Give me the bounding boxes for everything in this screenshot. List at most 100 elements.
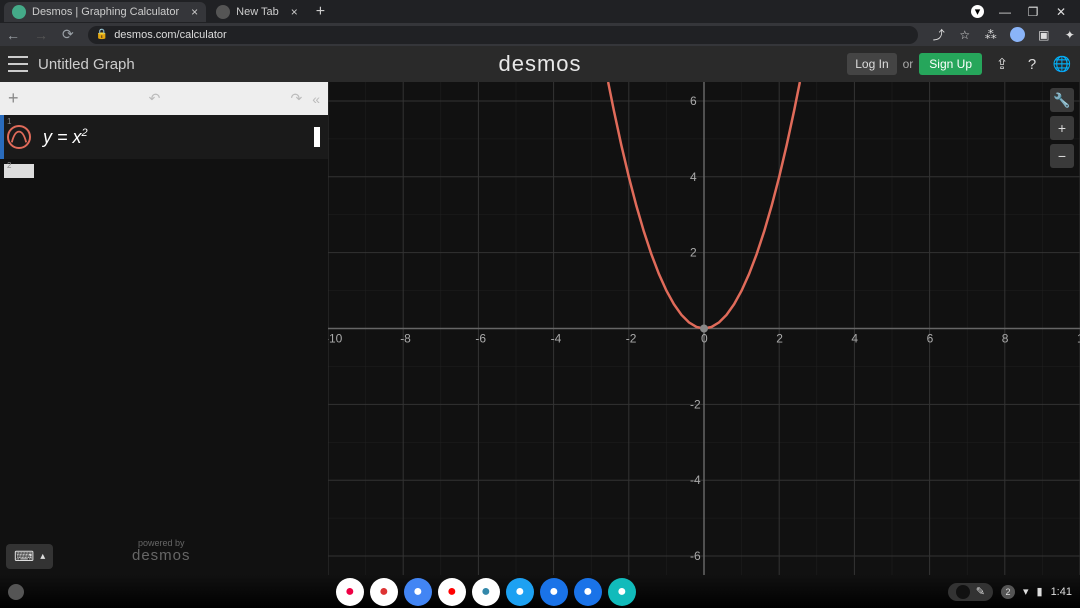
shelf-app-forms[interactable]: ● (608, 578, 636, 606)
add-expression-button[interactable]: + (8, 88, 19, 109)
window-maximize-button[interactable]: ❐ (1026, 5, 1040, 19)
graph-tools: 🔧 + − (1050, 88, 1074, 168)
clock[interactable]: 1:41 (1051, 586, 1072, 598)
powered-by: powered by desmos (132, 539, 191, 563)
svg-text:-4: -4 (690, 473, 701, 487)
redo-icon[interactable]: ↷ (290, 90, 302, 107)
browser-tab[interactable]: Desmos | Graphing Calculator × (4, 2, 206, 22)
shelf-app-youtube[interactable]: ● (438, 578, 466, 606)
svg-text:-8: -8 (400, 332, 411, 346)
address-bar[interactable]: 🔒 desmos.com/calculator (88, 26, 918, 44)
notification-count[interactable]: 2 (1001, 585, 1015, 599)
collapse-panel-icon[interactable]: « (312, 91, 320, 107)
extension-icon[interactable]: ▣ (1037, 28, 1051, 42)
window-info-icon[interactable]: ▾ (971, 5, 984, 18)
svg-text:6: 6 (927, 332, 934, 346)
expression-latex[interactable]: y = x2 (43, 127, 88, 148)
share-icon[interactable]: ⤴ (932, 28, 946, 42)
battery-icon[interactable]: ▮ (1037, 585, 1043, 598)
lock-icon: 🔒 (96, 29, 108, 40)
main-content: + ↶ ↷ « 1 y = x2 × 2 powered by desmos -… (0, 82, 1080, 575)
expression-row[interactable]: 1 y = x2 × (0, 115, 328, 159)
wifi-icon[interactable]: ▾ (1023, 585, 1029, 598)
desmos-logo: desmos (498, 51, 581, 77)
svg-text:4: 4 (851, 332, 858, 346)
share-icon[interactable]: ⇪ (992, 54, 1012, 74)
svg-text:-10: -10 (328, 332, 343, 346)
svg-text:-6: -6 (690, 549, 701, 563)
svg-text:8: 8 (1002, 332, 1009, 346)
browser-tab[interactable]: New Tab × (208, 2, 306, 22)
back-button[interactable]: ← (6, 27, 20, 43)
or-text: or (903, 57, 914, 71)
surfshark-icon (956, 585, 970, 599)
tab-favicon (12, 5, 26, 19)
svg-text:2: 2 (776, 332, 783, 346)
app-header: Untitled Graph desmos Log In or Sign Up … (0, 46, 1080, 82)
window-close-button[interactable]: ✕ (1054, 5, 1068, 19)
graph-settings-button[interactable]: 🔧 (1050, 88, 1074, 112)
shelf: ●●●●●●●●● ✎ 2 ▾ ▮ 1:41 (0, 575, 1080, 608)
expression-color-icon[interactable] (7, 125, 31, 149)
svg-text:4: 4 (690, 170, 697, 184)
signup-button[interactable]: Sign Up (919, 53, 982, 75)
hamburger-menu-button[interactable] (8, 56, 28, 72)
zoom-out-button[interactable]: − (1050, 144, 1074, 168)
window-controls: ▾ — ❐ ✕ (971, 5, 1076, 19)
tab-title: New Tab (236, 6, 279, 18)
shelf-app-play[interactable]: ● (472, 578, 500, 606)
bookmark-icon[interactable]: ☆ (958, 28, 972, 42)
shelf-apps: ●●●●●●●●● (336, 578, 636, 606)
profile-icon[interactable] (1010, 27, 1025, 42)
tab-close-icon[interactable]: × (191, 5, 198, 19)
toolbar-right: ⤴ ☆ ⁂ ▣ ✦ ⋮ (932, 27, 1080, 42)
extension-icon[interactable]: ⁂ (984, 28, 998, 42)
svg-text:6: 6 (690, 94, 697, 108)
zoom-in-button[interactable]: + (1050, 116, 1074, 140)
keyboard-toggle[interactable]: ⌨ ▴ (6, 544, 53, 569)
expression-index: 1 (4, 115, 14, 128)
svg-text:-2: -2 (690, 397, 701, 411)
keyboard-icon: ⌨ (14, 548, 34, 565)
shelf-app-files[interactable]: ● (540, 578, 568, 606)
tray-pill[interactable]: ✎ (948, 583, 993, 601)
pen-icon: ✎ (976, 585, 985, 599)
help-icon[interactable]: ? (1022, 54, 1042, 74)
system-tray: ✎ 2 ▾ ▮ 1:41 (948, 583, 1072, 601)
shelf-app-docs[interactable]: ● (404, 578, 432, 606)
graph-title[interactable]: Untitled Graph (38, 56, 135, 73)
shelf-app-twitter[interactable]: ● (506, 578, 534, 606)
forward-button[interactable]: → (34, 27, 48, 43)
window-minimize-button[interactable]: — (998, 5, 1012, 19)
reload-button[interactable]: ⟳ (62, 26, 74, 43)
svg-text:-2: -2 (626, 332, 637, 346)
launcher-button[interactable] (8, 584, 24, 600)
extensions-menu-icon[interactable]: ✦ (1063, 28, 1077, 42)
text-cursor (314, 127, 320, 147)
tab-favicon (216, 5, 230, 19)
expression-row[interactable]: 2 (0, 159, 328, 179)
url-text: desmos.com/calculator (114, 29, 227, 41)
undo-icon[interactable]: ↶ (149, 90, 161, 107)
svg-text:2: 2 (690, 246, 697, 260)
tab-close-icon[interactable]: × (291, 5, 298, 19)
svg-text:0: 0 (701, 332, 708, 346)
svg-text:-4: -4 (551, 332, 562, 346)
login-button[interactable]: Log In (847, 53, 896, 75)
expression-index: 2 (4, 159, 14, 172)
expression-toolbar: + ↶ ↷ « (0, 82, 328, 115)
chevron-up-icon: ▴ (40, 551, 45, 562)
browser-toolbar: ← → ⟳ 🔒 desmos.com/calculator ⤴ ☆ ⁂ ▣ ✦ … (0, 23, 1080, 46)
language-icon[interactable]: 🌐 (1052, 54, 1072, 74)
shelf-app-chrome[interactable]: ● (336, 578, 364, 606)
header-right: Log In or Sign Up ⇪ ? 🌐 (847, 53, 1072, 75)
graph-svg: -10-8-6-4-20246810642-2-4-6 (328, 82, 1080, 575)
shelf-app-gmail[interactable]: ● (370, 578, 398, 606)
tab-title: Desmos | Graphing Calculator (32, 6, 179, 18)
shelf-app-messages[interactable]: ● (574, 578, 602, 606)
svg-text:-6: -6 (475, 332, 486, 346)
expression-panel: + ↶ ↷ « 1 y = x2 × 2 powered by desmos (0, 82, 328, 575)
new-tab-button[interactable]: + (316, 3, 325, 21)
graph-canvas[interactable]: -10-8-6-4-20246810642-2-4-6 🔧 + − (328, 82, 1080, 575)
browser-tab-strip: Desmos | Graphing Calculator × New Tab ×… (0, 0, 1080, 23)
